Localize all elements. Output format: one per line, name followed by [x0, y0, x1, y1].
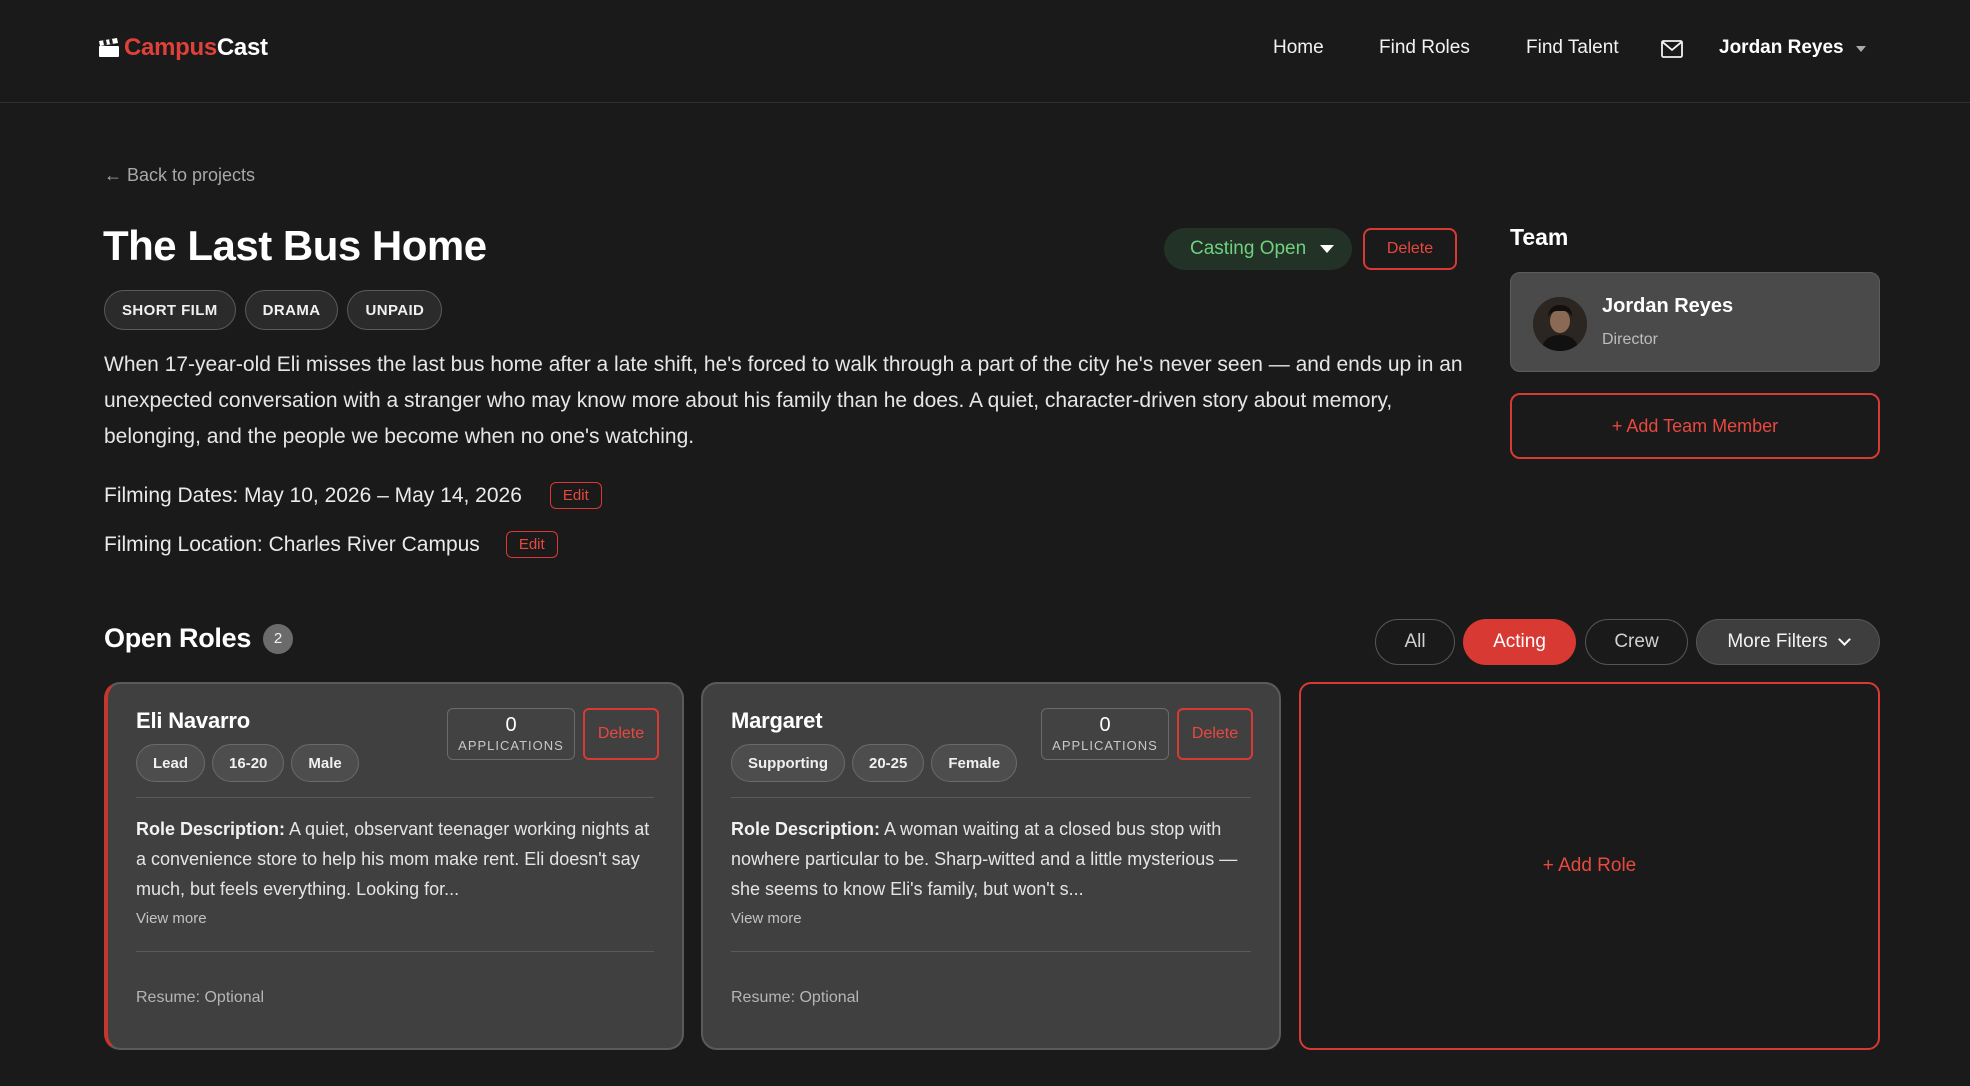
nav-find-talent[interactable]: Find Talent: [1526, 37, 1619, 59]
role-tag: Lead: [136, 744, 206, 782]
chevron-down-icon: [1855, 46, 1866, 52]
add-team-member-button[interactable]: + Add Team Member: [1510, 393, 1880, 459]
applications-counter[interactable]: 0 APPLICATIONS: [447, 708, 575, 760]
divider: [731, 951, 1251, 952]
team-member-card[interactable]: Jordan Reyes Director: [1510, 272, 1880, 372]
team-heading: Team: [1510, 224, 1569, 250]
top-header: CampusCast Home Find Roles Find Talent J…: [0, 0, 1970, 103]
casting-status-label: Casting Open: [1190, 238, 1307, 259]
applications-counter[interactable]: 0 APPLICATIONS: [1041, 708, 1169, 760]
nav-home[interactable]: Home: [1273, 37, 1324, 59]
role-card[interactable]: Eli Navarro Lead 16-20 Male 0 APPLICATIO…: [104, 682, 684, 1050]
role-description-label: Role Description:: [731, 819, 881, 839]
role-description: Role Description: A woman waiting at a c…: [731, 814, 1259, 904]
open-roles-header: Open Roles 2: [104, 623, 294, 654]
logo-text-cast: Cast: [216, 34, 268, 61]
role-tag: 16-20: [212, 744, 285, 782]
team-member-name: Jordan Reyes: [1602, 295, 1734, 317]
filter-crew[interactable]: Crew: [1585, 619, 1688, 665]
filming-dates-row: Filming Dates: May 10, 2026 – May 14, 20…: [104, 482, 602, 509]
project-description: When 17-year-old Eli misses the last bus…: [104, 353, 1463, 448]
divider: [136, 797, 654, 798]
clapperboard-icon: [99, 38, 119, 57]
open-roles-count-badge: 2: [263, 623, 294, 654]
more-filters-label: More Filters: [1727, 631, 1828, 652]
role-tag: Male: [291, 744, 359, 782]
view-more-link[interactable]: View more: [136, 910, 207, 927]
page-title: The Last Bus Home: [103, 222, 487, 269]
project-tag: DRAMA: [244, 290, 339, 330]
caret-down-icon: [1320, 245, 1335, 253]
delete-project-button[interactable]: Delete: [1363, 228, 1457, 270]
user-name: Jordan Reyes: [1719, 37, 1844, 58]
resume-requirement: Resume: Optional: [731, 989, 860, 1006]
filter-all[interactable]: All: [1375, 619, 1455, 665]
role-description-label: Role Description:: [136, 819, 286, 839]
applications-label: APPLICATIONS: [1052, 738, 1158, 753]
role-tag: 20-25: [851, 744, 925, 782]
project-tag: UNPAID: [347, 290, 443, 330]
applications-count: 0: [1099, 714, 1111, 736]
role-tags: Supporting 20-25 Female: [731, 744, 1018, 782]
back-to-projects-link[interactable]: ← Back to projects: [104, 165, 255, 186]
chevron-down-icon: [1837, 633, 1851, 646]
role-tag: Supporting: [731, 744, 845, 782]
user-menu[interactable]: Jordan Reyes: [1719, 37, 1866, 59]
filming-location: Filming Location: Charles River Campus: [104, 532, 480, 556]
logo-text-campus: Campus: [124, 34, 217, 61]
role-tags: Lead 16-20 Male: [136, 744, 359, 782]
logo-text: CampusCast: [124, 34, 268, 62]
view-more-link[interactable]: View more: [731, 910, 802, 927]
role-tag: Female: [931, 744, 1018, 782]
project-tag: SHORT FILM: [104, 290, 236, 330]
filming-location-row: Filming Location: Charles River Campus E…: [104, 531, 558, 558]
add-role-button[interactable]: + Add Role: [1299, 682, 1880, 1050]
team-member-role: Director: [1602, 331, 1659, 348]
mail-icon[interactable]: [1661, 40, 1683, 58]
avatar: [1533, 297, 1587, 351]
role-card[interactable]: Margaret Supporting 20-25 Female 0 APPLI…: [701, 682, 1281, 1050]
delete-role-button[interactable]: Delete: [1177, 708, 1253, 760]
more-filters-dropdown[interactable]: More Filters: [1696, 619, 1880, 665]
filming-dates: Filming Dates: May 10, 2026 – May 14, 20…: [104, 483, 522, 507]
role-name: Eli Navarro: [136, 708, 250, 733]
applications-label: APPLICATIONS: [458, 738, 564, 753]
applications-count: 0: [505, 714, 517, 736]
edit-location-button[interactable]: Edit: [505, 531, 558, 558]
divider: [136, 951, 654, 952]
edit-dates-button[interactable]: Edit: [549, 482, 602, 509]
project-tags: SHORT FILM DRAMA UNPAID: [104, 290, 443, 330]
nav-find-roles[interactable]: Find Roles: [1379, 37, 1470, 59]
resume-requirement: Resume: Optional: [136, 989, 265, 1006]
divider: [731, 797, 1251, 798]
delete-role-button[interactable]: Delete: [583, 708, 659, 760]
logo[interactable]: CampusCast: [98, 34, 268, 62]
casting-status-dropdown[interactable]: Casting Open: [1164, 228, 1352, 270]
role-name: Margaret: [731, 708, 823, 733]
filter-acting[interactable]: Acting: [1463, 619, 1576, 665]
open-roles-title: Open Roles: [104, 623, 252, 653]
role-description: Role Description: A quiet, observant tee…: [136, 814, 664, 904]
